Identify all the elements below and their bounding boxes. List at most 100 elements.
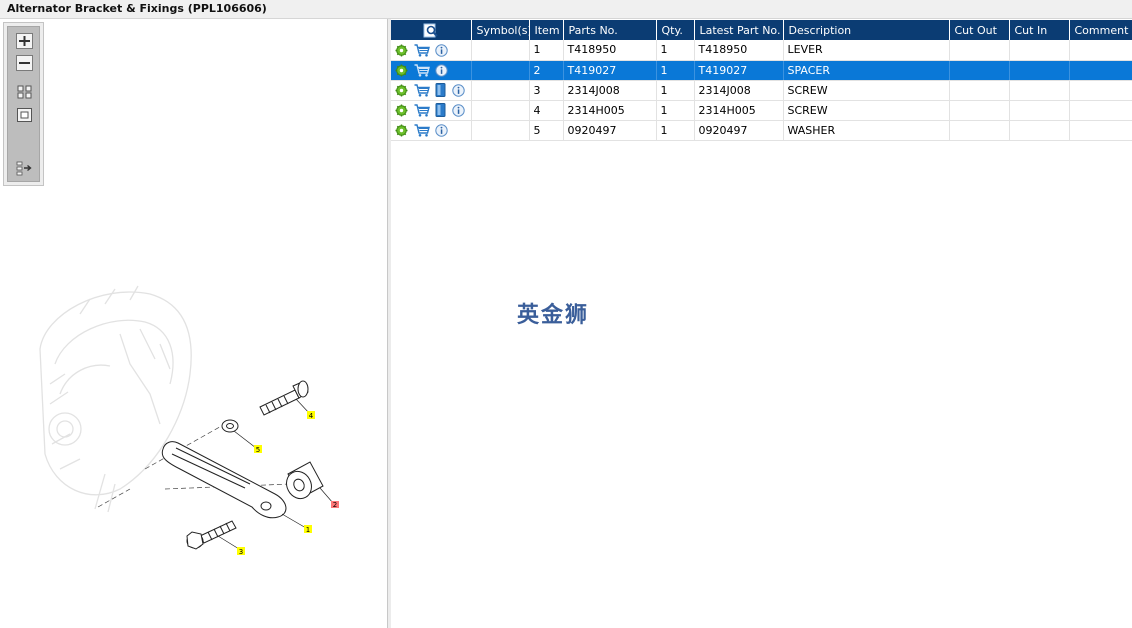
document-icon: [435, 83, 446, 97]
spacer-part-2: [286, 461, 324, 500]
table-row-selected[interactable]: 2 T419027 1 T419027 SPACER: [391, 60, 1132, 81]
callout-1-label: 1: [306, 526, 310, 534]
parts-table: Symbol(s) Item Parts No. Qty. Latest Par…: [391, 20, 1132, 141]
table-row[interactable]: 3 2314J008 1 2314J008 SCREW: [391, 80, 1132, 101]
qty-cell: 1: [656, 40, 695, 61]
qty-cell: 1: [656, 100, 695, 121]
comment-cell: [1069, 100, 1132, 121]
add-to-cart-button[interactable]: [414, 64, 430, 77]
toggle-list-button[interactable]: [16, 160, 33, 176]
parts-no-cell: 2314J008: [563, 80, 657, 101]
column-cut-in[interactable]: Cut In: [1009, 20, 1070, 40]
exploded-parts-diagram[interactable]: 4 5 2 1 3: [20, 274, 360, 564]
parts-no-cell: 2314H005: [563, 100, 657, 121]
column-latest-part-no[interactable]: Latest Part No.: [694, 20, 784, 40]
item-cell: 2: [529, 60, 564, 81]
options-button[interactable]: [395, 44, 408, 57]
symbols-cell: [471, 60, 530, 81]
info-button[interactable]: [435, 124, 448, 137]
viewer-toolbox-inner: [7, 26, 40, 182]
cart-icon: [414, 103, 430, 117]
column-item[interactable]: Item: [529, 20, 564, 40]
actual-size-button[interactable]: [16, 107, 33, 123]
options-button[interactable]: [395, 104, 408, 117]
square-icon: [17, 108, 32, 122]
cut-out-cell: [949, 100, 1010, 121]
item-cell: 4: [529, 100, 564, 121]
description-cell: SPACER: [783, 60, 950, 81]
zoom-in-button[interactable]: [16, 33, 33, 49]
info-button[interactable]: [451, 103, 465, 117]
window-title: Alternator Bracket & Fixings (PPL106606): [7, 2, 267, 15]
comment-cell: [1069, 60, 1132, 81]
callout-item-3[interactable]: 3: [237, 547, 245, 556]
callout-5-label: 5: [256, 446, 260, 454]
fit-all-button[interactable]: [16, 84, 33, 100]
row-actions: [391, 120, 472, 141]
parts-list-pane: Symbol(s) Item Parts No. Qty. Latest Par…: [391, 19, 1132, 628]
zoom-out-button[interactable]: [16, 55, 33, 71]
table-row[interactable]: 4 2314H005 1 2314H005 SCREW: [391, 100, 1132, 121]
lever-part-1: [161, 441, 287, 519]
document-icon: [435, 103, 446, 117]
column-qty[interactable]: Qty.: [656, 20, 695, 40]
symbols-cell: [471, 40, 530, 61]
alternator-illustration: [39, 285, 192, 513]
options-button[interactable]: [395, 124, 408, 137]
item-cell: 3: [529, 80, 564, 101]
item-cell: 5: [529, 120, 564, 141]
callout-item-5[interactable]: 5: [254, 445, 262, 454]
minus-icon: [16, 55, 33, 71]
info-button[interactable]: [435, 43, 448, 57]
green-gear-icon: [395, 84, 408, 96]
column-comment[interactable]: Comment: [1069, 20, 1132, 40]
column-symbols[interactable]: Symbol(s): [471, 20, 530, 40]
green-gear-icon: [395, 44, 408, 56]
latest-part-no-cell: 2314J008: [694, 80, 784, 101]
add-to-cart-button[interactable]: [414, 124, 430, 137]
column-search[interactable]: [391, 20, 472, 40]
add-to-cart-button[interactable]: [414, 83, 430, 97]
callout-item-4[interactable]: 4: [307, 411, 315, 420]
callout-item-2[interactable]: 2: [331, 501, 339, 509]
info-button[interactable]: [451, 83, 465, 97]
green-gear-icon: [395, 104, 408, 116]
column-parts-no[interactable]: Parts No.: [563, 20, 657, 40]
row-actions: [391, 40, 472, 61]
parts-no-cell: T418950: [563, 40, 657, 61]
list-arrow-icon: [16, 161, 32, 176]
cut-in-cell: [1009, 120, 1070, 141]
info-icon: [451, 103, 465, 117]
row-actions: [391, 60, 472, 81]
column-description[interactable]: Description: [783, 20, 950, 40]
green-gear-icon: [395, 124, 408, 137]
diagram-pane[interactable]: 4 5 2 1 3: [0, 19, 388, 628]
options-button[interactable]: [395, 64, 408, 77]
add-to-cart-button[interactable]: [414, 103, 430, 117]
callout-2-label: 2: [333, 501, 337, 509]
cut-out-cell: [949, 40, 1010, 61]
table-row[interactable]: 1 T418950 1 T418950 LEVER: [391, 40, 1132, 61]
watermark-text: 英金狮: [517, 303, 590, 328]
latest-part-no-cell: T419027: [694, 60, 784, 81]
info-button[interactable]: [435, 64, 448, 77]
document-button[interactable]: [435, 83, 446, 97]
comment-cell: [1069, 120, 1132, 141]
fit-grid-icon: [17, 85, 32, 99]
column-cut-out[interactable]: Cut Out: [949, 20, 1010, 40]
table-row[interactable]: 5 0920497 1 0920497 WASHER: [391, 120, 1132, 141]
callout-item-1[interactable]: 1: [304, 525, 312, 534]
description-cell: WASHER: [783, 120, 950, 141]
bolt-part-3: [186, 520, 237, 550]
options-button[interactable]: [395, 84, 408, 97]
callout-3-label: 3: [239, 548, 243, 556]
parts-no-cell: T419027: [563, 60, 657, 81]
comment-cell: [1069, 40, 1132, 61]
cut-in-cell: [1009, 40, 1070, 61]
symbols-cell: [471, 120, 530, 141]
cart-icon: [414, 64, 430, 77]
document-button[interactable]: [435, 103, 446, 117]
bolt-part-4: [259, 380, 309, 416]
add-to-cart-button[interactable]: [414, 43, 430, 57]
cart-icon: [414, 124, 430, 137]
